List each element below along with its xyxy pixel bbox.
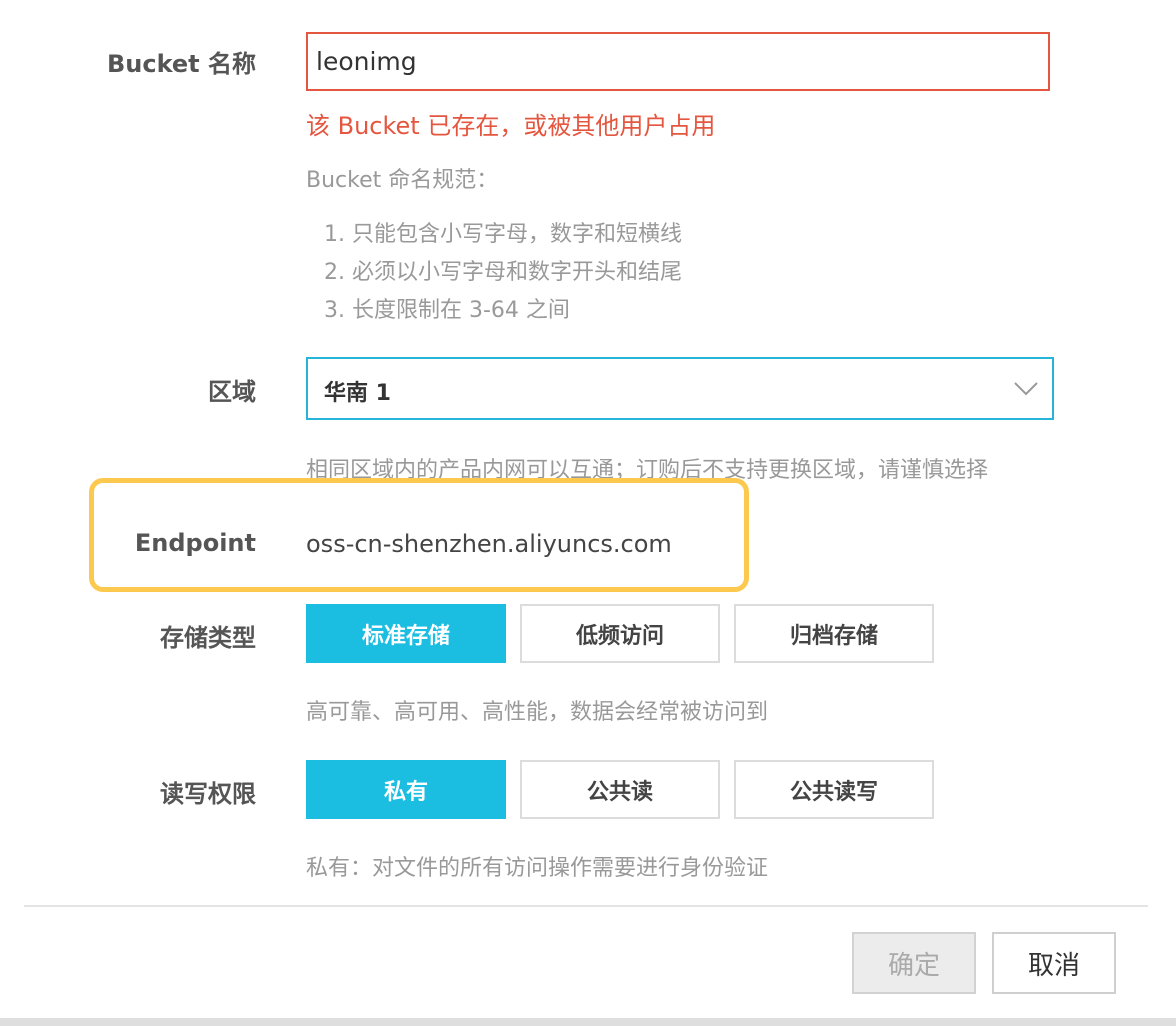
region-label: 区域: [208, 378, 256, 406]
region-selected-value: 华南 1: [324, 381, 391, 406]
footer-divider: [24, 905, 1148, 907]
storage-option-archive[interactable]: 归档存储: [734, 604, 934, 663]
naming-rules-title: Bucket 命名规范：: [306, 168, 499, 193]
region-select[interactable]: 华南 1: [306, 357, 1054, 420]
acl-option-public-read-write[interactable]: 公共读写: [734, 760, 934, 819]
dialog-bottom-edge: [0, 1018, 1176, 1026]
naming-rule-3: 3. 长度限制在 3-64 之间: [324, 298, 570, 323]
storage-option-infrequent[interactable]: 低频访问: [520, 604, 720, 663]
chevron-down-icon: [1014, 382, 1038, 396]
naming-rule-2: 2. 必须以小写字母和数字开头和结尾: [324, 260, 682, 285]
confirm-button[interactable]: 确定: [852, 932, 976, 994]
storage-class-label: 存储类型: [160, 624, 256, 652]
naming-rule-1: 1. 只能包含小写字母，数字和短横线: [324, 222, 682, 247]
cancel-button[interactable]: 取消: [992, 932, 1116, 994]
naming-rules-list: 1. 只能包含小写字母，数字和短横线 2. 必须以小写字母和数字开头和结尾 3.…: [324, 216, 682, 330]
storage-option-standard[interactable]: 标准存储: [306, 604, 506, 663]
bucket-name-input[interactable]: [306, 32, 1050, 91]
storage-class-hint: 高可靠、高可用、高性能，数据会经常被访问到: [306, 700, 769, 725]
acl-option-private[interactable]: 私有: [306, 760, 506, 819]
acl-label: 读写权限: [160, 780, 256, 808]
endpoint-label: Endpoint: [134, 529, 256, 557]
endpoint-value: oss-cn-shenzhen.aliyuncs.com: [306, 530, 672, 558]
bucket-name-label: Bucket 名称: [106, 50, 256, 78]
acl-option-public-read[interactable]: 公共读: [520, 760, 720, 819]
bucket-name-error: 该 Bucket 已存在，或被其他用户占用: [306, 112, 716, 140]
acl-hint: 私有：对文件的所有访问操作需要进行身份验证: [306, 856, 769, 881]
